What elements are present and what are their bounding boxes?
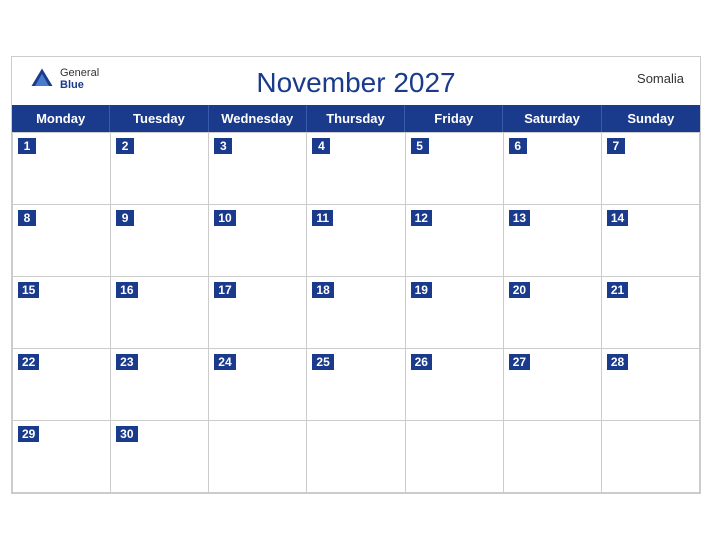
empty-cell <box>504 421 602 493</box>
day-number: 28 <box>607 354 628 370</box>
day-number: 16 <box>116 282 137 298</box>
day-number: 11 <box>312 210 333 226</box>
day-cell-14: 14 <box>602 205 700 277</box>
day-number: 6 <box>509 138 527 154</box>
day-cell-12: 12 <box>406 205 504 277</box>
day-cell-29: 29 <box>13 421 111 493</box>
day-header-tuesday: Tuesday <box>110 105 208 132</box>
day-cell-27: 27 <box>504 349 602 421</box>
day-number: 13 <box>509 210 530 226</box>
day-cell-23: 23 <box>111 349 209 421</box>
day-cell-15: 15 <box>13 277 111 349</box>
empty-cell <box>406 421 504 493</box>
day-cell-4: 4 <box>307 133 405 205</box>
month-year-title: November 2027 <box>256 67 455 99</box>
day-number: 19 <box>411 282 432 298</box>
calendar-header: General Blue November 2027 Somalia <box>12 57 700 105</box>
day-number: 10 <box>214 210 235 226</box>
day-cell-21: 21 <box>602 277 700 349</box>
day-number: 24 <box>214 354 235 370</box>
day-cell-3: 3 <box>209 133 307 205</box>
day-headers: MondayTuesdayWednesdayThursdayFridaySatu… <box>12 105 700 132</box>
day-number: 27 <box>509 354 530 370</box>
day-number: 26 <box>411 354 432 370</box>
day-number: 12 <box>411 210 432 226</box>
day-header-monday: Monday <box>12 105 110 132</box>
logo-icon <box>28 65 56 93</box>
day-cell-22: 22 <box>13 349 111 421</box>
day-number: 7 <box>607 138 625 154</box>
logo: General Blue <box>28 65 99 93</box>
empty-cell <box>209 421 307 493</box>
day-number: 14 <box>607 210 628 226</box>
day-number: 20 <box>509 282 530 298</box>
day-cell-10: 10 <box>209 205 307 277</box>
day-number: 1 <box>18 138 36 154</box>
day-number: 18 <box>312 282 333 298</box>
day-cell-11: 11 <box>307 205 405 277</box>
day-number: 5 <box>411 138 429 154</box>
day-number: 8 <box>18 210 36 226</box>
day-number: 3 <box>214 138 232 154</box>
empty-cell <box>602 421 700 493</box>
day-number: 23 <box>116 354 137 370</box>
day-number: 29 <box>18 426 39 442</box>
day-cell-7: 7 <box>602 133 700 205</box>
day-cell-30: 30 <box>111 421 209 493</box>
day-cell-25: 25 <box>307 349 405 421</box>
day-header-saturday: Saturday <box>503 105 601 132</box>
day-cell-24: 24 <box>209 349 307 421</box>
day-number: 22 <box>18 354 39 370</box>
day-cell-6: 6 <box>504 133 602 205</box>
day-header-thursday: Thursday <box>307 105 405 132</box>
day-cell-17: 17 <box>209 277 307 349</box>
day-cell-13: 13 <box>504 205 602 277</box>
day-cell-26: 26 <box>406 349 504 421</box>
day-cell-18: 18 <box>307 277 405 349</box>
day-cell-9: 9 <box>111 205 209 277</box>
day-cell-5: 5 <box>406 133 504 205</box>
day-number: 15 <box>18 282 39 298</box>
day-number: 30 <box>116 426 137 442</box>
day-header-wednesday: Wednesday <box>209 105 307 132</box>
country-label: Somalia <box>637 71 684 86</box>
day-cell-28: 28 <box>602 349 700 421</box>
day-cell-20: 20 <box>504 277 602 349</box>
day-cell-1: 1 <box>13 133 111 205</box>
calendar: General Blue November 2027 Somalia Monda… <box>11 56 701 494</box>
calendar-grid: 1234567891011121314151617181920212223242… <box>12 132 700 493</box>
day-cell-16: 16 <box>111 277 209 349</box>
day-number: 17 <box>214 282 235 298</box>
day-number: 9 <box>116 210 134 226</box>
day-number: 25 <box>312 354 333 370</box>
day-cell-19: 19 <box>406 277 504 349</box>
day-cell-8: 8 <box>13 205 111 277</box>
day-number: 2 <box>116 138 134 154</box>
day-cell-2: 2 <box>111 133 209 205</box>
logo-blue: Blue <box>60 79 99 91</box>
day-number: 4 <box>312 138 330 154</box>
day-number: 21 <box>607 282 628 298</box>
empty-cell <box>307 421 405 493</box>
day-header-friday: Friday <box>405 105 503 132</box>
logo-general: General <box>60 67 99 79</box>
day-header-sunday: Sunday <box>602 105 700 132</box>
